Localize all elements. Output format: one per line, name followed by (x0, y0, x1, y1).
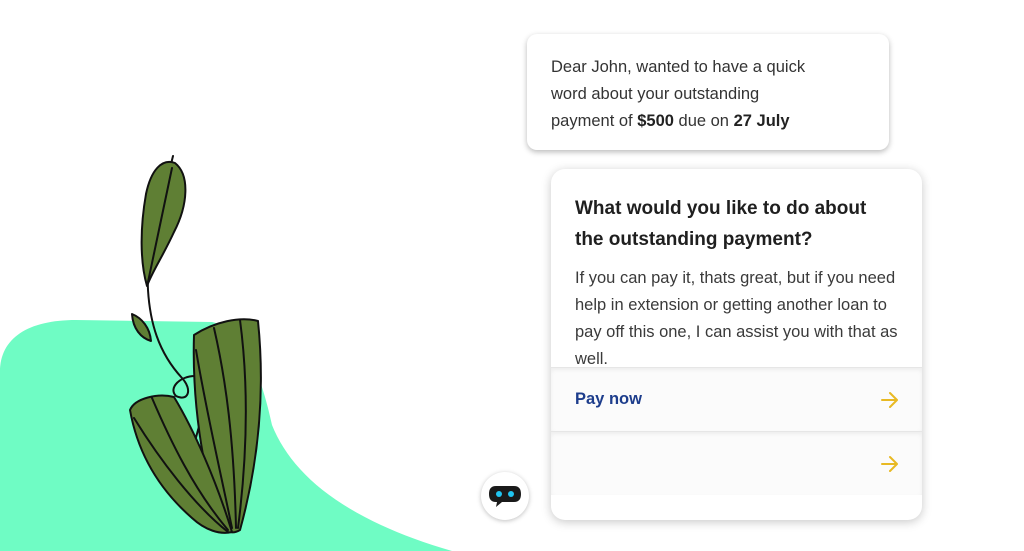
chat-screen: Dear John, wanted to have a quick word a… (0, 0, 1024, 551)
option-label: Pay now (575, 390, 642, 408)
due-date: 27 July (733, 112, 790, 130)
card-content: What would you like to do about the outs… (551, 169, 922, 368)
arrow-right-icon (881, 391, 898, 408)
top-leaf (140, 160, 187, 287)
arrow-right-icon (881, 455, 898, 472)
message-text: due on (673, 112, 734, 130)
message-text: payment of (551, 112, 638, 130)
pay-now-option[interactable]: Pay now (551, 367, 922, 431)
message-line: word about your outstanding (551, 85, 760, 103)
message-line: payment of $500 due on 27 July (551, 108, 865, 135)
payment-amount: $500 (637, 112, 674, 130)
bot-message-bubble: Dear John, wanted to have a quick word a… (527, 34, 889, 150)
chatbot-icon (489, 486, 521, 507)
message-line: Dear John, wanted to have a quick (551, 58, 806, 76)
second-option[interactable] (551, 431, 922, 495)
plant-illustration (0, 155, 452, 551)
question-card: What would you like to do about the outs… (551, 169, 922, 520)
card-title: What would you like to do about the outs… (575, 198, 867, 250)
chatbot-avatar[interactable] (481, 472, 529, 520)
card-body: If you can pay it, thats great, but if y… (575, 269, 898, 368)
